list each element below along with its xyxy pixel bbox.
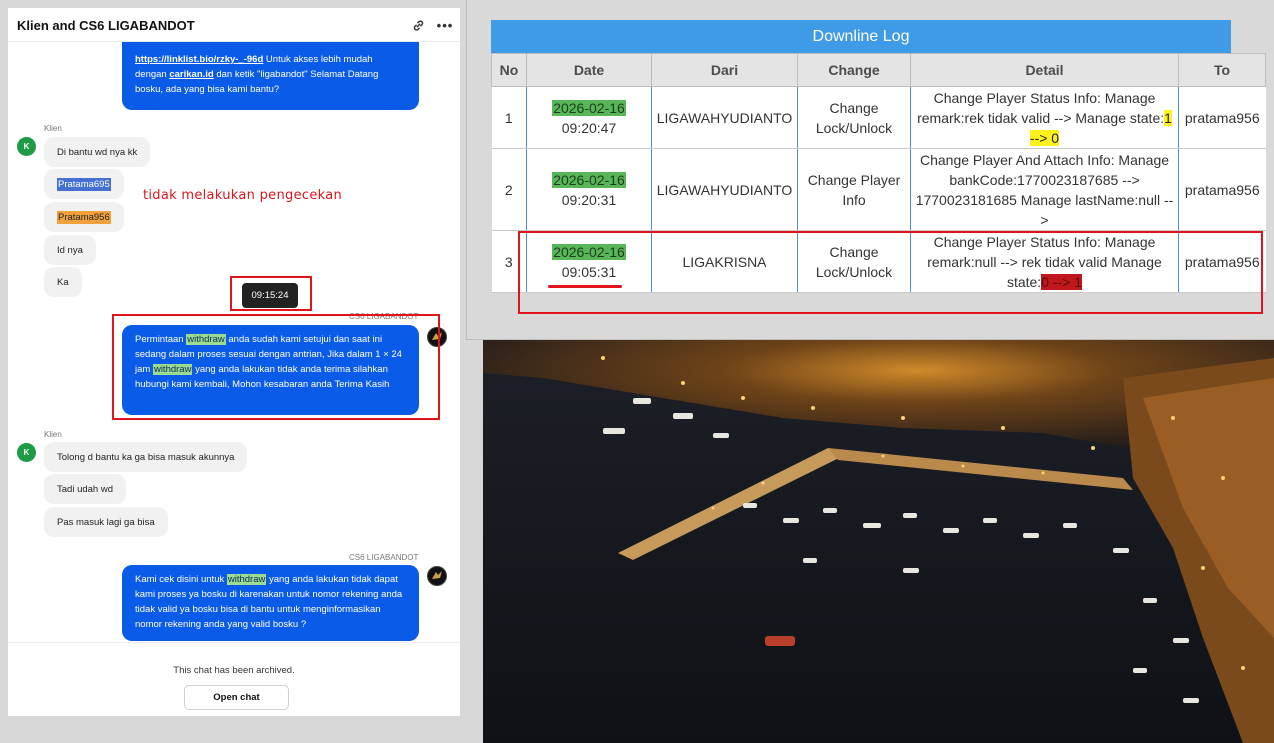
chat-footer: This chat has been archived. Open chat [8,642,460,716]
client-message: Tadi udah wd [44,474,126,504]
message-link[interactable]: carikan.id [169,69,213,80]
archived-notice: This chat has been archived. [173,665,295,676]
column-header: Detail [910,53,1179,87]
cell-no: 1 [491,86,527,149]
sender-label: CS6 LIGABANDOT [349,312,419,321]
cell-date: 2026-02-16 09:20:47 [526,86,652,149]
avatar: K [17,137,36,156]
client-message: Id nya [44,235,96,265]
table-row: 3 2026-02-16 09:05:31 LIGAKRISNA Change L… [491,230,1266,293]
table-row: 1 2026-02-16 09:20:47 LIGAWAHYUDIANTO Cha… [491,86,1266,149]
more-icon[interactable]: ••• [435,15,455,35]
client-message: Tolong d bantu ka ga bisa masuk akunnya [44,442,248,472]
client-message: Pas masuk lagi ga bisa [44,507,168,537]
log-table: No Date Dari Change Detail To 1 2026-02-… [491,53,1266,293]
agent-avatar [427,566,447,586]
cell-date: 2026-02-16 09:05:31 [526,230,652,293]
annotation-underline [548,285,622,288]
log-title: Downline Log [491,20,1231,53]
agent-message: https://linklist.bio/rzky-_-96d Untuk ak… [122,42,419,110]
chat-panel: Klien and CS6 LIGABANDOT ••• https://lin… [8,8,460,716]
open-chat-button[interactable]: Open chat [184,685,289,710]
sender-label: Klien [44,124,62,133]
chat-header: Klien and CS6 LIGABANDOT ••• [8,8,460,42]
cell-detail: Change Player Status Info: Manage remark… [910,86,1179,149]
agent-message: Kami cek disini untuk withdraw yang anda… [122,565,419,641]
cell-change: Change Player Info [797,148,911,231]
cell-detail: Change Player And Attach Info: Manage ba… [910,148,1179,231]
annotation-text: tidak melakukan pengecekan [143,188,343,203]
sender-label: Klien [44,430,62,439]
column-header: Dari [651,53,798,87]
client-message: Ka [44,267,82,297]
sender-label: CS6 LIGABANDOT [349,553,419,562]
agent-avatar [427,327,447,347]
cell-date: 2026-02-16 09:20:31 [526,148,652,231]
cell-dari: LIGAKRISNA [651,230,798,293]
cell-change: Change Lock/Unlock [797,86,911,149]
cell-dari: LIGAWAHYUDIANTO [651,86,798,149]
table-row: 2 2026-02-16 09:20:31 LIGAWAHYUDIANTO Cha… [491,148,1266,231]
cell-to: pratama956 [1178,86,1266,149]
column-header: To [1178,53,1266,87]
cell-no: 3 [491,230,527,293]
timestamp-tooltip: 09:15:24 [242,283,298,308]
background-photo [483,338,1274,743]
client-message: Di bantu wd nya kk [44,137,151,167]
avatar: K [17,443,36,462]
column-header: No [491,53,527,87]
cell-no: 2 [491,148,527,231]
cell-to: pratama956 [1178,148,1266,231]
chat-title: Klien and CS6 LIGABANDOT [17,18,195,33]
column-header: Change [797,53,911,87]
client-message: Pratama695 [44,169,124,199]
cell-dari: LIGAWAHYUDIANTO [651,148,798,231]
cell-detail: Change Player Status Info: Manage remark… [910,230,1179,293]
agent-message: Permintaan withdraw anda sudah kami setu… [122,325,419,415]
message-link[interactable]: https://linklist.bio/rzky-_-96d [135,54,263,65]
column-header: Date [526,53,652,87]
client-message: Pratama956 [44,202,124,232]
message-list: https://linklist.bio/rzky-_-96d Untuk ak… [8,42,460,642]
link-icon[interactable] [408,15,428,35]
cell-change: Change Lock/Unlock [797,230,911,293]
cell-to: pratama956 [1178,230,1266,293]
downline-log-window: Downline Log No Date Dari Change Detail … [466,0,1274,340]
table-header-row: No Date Dari Change Detail To [491,53,1266,87]
